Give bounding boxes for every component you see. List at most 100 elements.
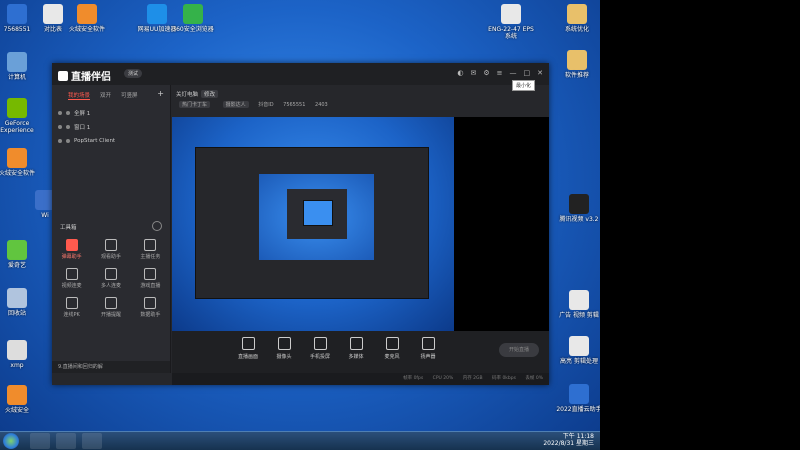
desktop-icon-label: 回收站 (7, 310, 26, 317)
tool-danmu[interactable]: 弹幕助手 (52, 239, 91, 260)
mic-button[interactable]: 麦克风 (376, 337, 408, 360)
button-label: 摄像头 (276, 354, 292, 360)
tool-label: 游戏直播 (140, 283, 161, 289)
status-bitrate: 码率 0kbps (492, 376, 516, 381)
desktop-icon-label: 软件推荐 (564, 72, 589, 79)
window-controls: ◐ ✉ ⚙ ≡ — □ ✕ (457, 69, 543, 77)
logo-icon (58, 71, 68, 81)
start-live-button[interactable]: 开始直播 (499, 343, 539, 357)
phone-cast-button[interactable]: 手机投屏 (304, 337, 336, 360)
app-icon (77, 4, 97, 24)
source-item[interactable]: 窗口 1 (52, 120, 170, 134)
desktop-icon[interactable]: 火绒安全软件 (64, 4, 110, 33)
room-id-label: 抖音ID (258, 102, 274, 108)
media-icon (349, 337, 363, 350)
tool-viewer[interactable]: 观看助手 (91, 239, 130, 260)
taskbar-app[interactable] (56, 433, 76, 449)
eye-icon[interactable] (58, 139, 62, 143)
eye-icon[interactable] (58, 111, 62, 115)
app-icon (7, 148, 27, 168)
app-icon (7, 98, 27, 118)
add-scene-button[interactable]: + (157, 89, 164, 98)
desktop-icon[interactable]: 软件推荐 (554, 50, 600, 79)
desktop-icon[interactable]: 2022直播云助手 (556, 384, 600, 413)
tab-vertical[interactable]: 可竖屏 (121, 91, 138, 100)
desktop-icon[interactable]: 高亮 剪辑处理 (556, 336, 600, 365)
camera-button[interactable]: 摄像头 (268, 337, 300, 360)
desktop-icon-label: 广告 视频 剪辑 (559, 312, 599, 319)
maximize-button[interactable]: □ (524, 69, 531, 77)
desktop-icon[interactable]: 计算机 (0, 52, 40, 81)
desktop-icon[interactable]: 360安全浏览器 (170, 4, 216, 33)
source-label: 全屏 1 (74, 111, 91, 117)
desktop-icon-label: ENG-22-47 EPS系统 (488, 26, 534, 40)
eye-icon[interactable] (58, 125, 62, 129)
viewer-icon (104, 239, 117, 251)
desktop: 7568551 计算机 GeForce Experience 火绒安全软件 Wi 爱奇艺回… (0, 0, 600, 450)
app-icon (183, 4, 203, 24)
tool-video-link[interactable]: 视频连麦 (52, 268, 91, 289)
clock[interactable]: 下午 11:18 2022/8/31 星期三 (543, 433, 594, 447)
status-drop: 丢帧 0% (525, 376, 543, 381)
speaker-button[interactable]: 扬声器 (412, 337, 444, 360)
stream-preview[interactable] (172, 117, 454, 331)
desktop-icon[interactable]: 回收站 (0, 288, 40, 317)
tab-my-scene[interactable]: 我的场景 (68, 91, 91, 100)
settings-icon[interactable]: ⚙ (483, 69, 489, 77)
app-icon (147, 4, 167, 24)
game-icon (144, 268, 157, 280)
danmu-icon (65, 239, 78, 251)
clock-date: 2022/8/31 星期三 (543, 440, 594, 447)
close-button[interactable]: ✕ (537, 69, 543, 77)
tool-pk[interactable]: 连线PK (52, 297, 91, 318)
desktop-icon-label: 火绒安全软件 (68, 26, 105, 33)
desktop-icon[interactable]: 火绒安全 (0, 385, 40, 414)
tool-remind[interactable]: 开播提醒 (91, 297, 130, 318)
desktop-icon[interactable]: 爱奇艺 (0, 240, 40, 269)
tool-task[interactable]: 主播任务 (131, 239, 170, 260)
taskbar-app[interactable] (30, 433, 50, 449)
source-item[interactable]: 全屏 1 (52, 106, 170, 120)
lock-icon[interactable] (66, 139, 70, 143)
left-footer[interactable]: 9.直播间和回归的解 (52, 361, 170, 373)
desktop-icon[interactable]: GeForce Experience (0, 98, 40, 134)
room-id: 7565551 (283, 102, 306, 108)
desktop-icon-label: 系统优化 (564, 26, 589, 33)
desktop-icon-label: GeForce Experience (0, 120, 34, 134)
media-button[interactable]: 多媒体 (340, 337, 372, 360)
desktop-icon[interactable]: xmp (0, 340, 40, 369)
desktop-icon[interactable]: 火绒安全软件 (0, 148, 40, 177)
start-button[interactable] (3, 433, 19, 449)
tool-data[interactable]: 数据助手 (131, 297, 170, 318)
desktop-icon[interactable]: ENG-22-47 EPS系统 (488, 4, 534, 40)
scene-tabs: 我的场景 双开 可竖屏 (52, 85, 170, 100)
tab-dual[interactable]: 双开 (100, 91, 111, 100)
desktop-icon-label: 爱奇艺 (7, 262, 26, 269)
tools-title: 工具箱 (60, 225, 77, 231)
pk-icon (65, 297, 78, 309)
app-icon (7, 240, 27, 260)
control-bar: 直播画面 摄像头 手机投屏 多媒体 麦克风 扬声器 开始直播 (172, 331, 549, 373)
button-label: 麦克风 (384, 354, 400, 360)
room-tag[interactable]: 摄影达人 (222, 101, 249, 108)
room-tag[interactable]: 热门卡丁车 (179, 101, 211, 108)
source-item[interactable]: PopStart Client (52, 134, 170, 148)
edit-title-button[interactable]: 修改 (201, 90, 219, 98)
message-icon[interactable]: ✉ (470, 69, 476, 77)
desktop-icon-label: 360安全浏览器 (172, 26, 214, 33)
tool-multi-link[interactable]: 多人连麦 (91, 268, 130, 289)
scene-capture-button[interactable]: 直播画面 (232, 337, 264, 360)
clock-time: 下午 11:18 (562, 433, 594, 440)
lock-icon[interactable] (66, 111, 70, 115)
screen-icon (241, 337, 255, 350)
lock-icon[interactable] (66, 125, 70, 129)
taskbar-app[interactable] (82, 433, 102, 449)
desktop-icon[interactable]: 广告 视频 剪辑 (556, 290, 600, 319)
minimize-button[interactable]: — (510, 69, 517, 77)
menu-icon[interactable]: ≡ (497, 69, 503, 77)
desktop-icon[interactable]: 系统优化 (554, 4, 600, 33)
skin-icon[interactable]: ◐ (457, 69, 463, 77)
tool-game[interactable]: 游戏直播 (131, 268, 170, 289)
tools-settings-icon[interactable] (152, 221, 162, 231)
desktop-icon[interactable]: 腾讯视频 v3.2 (556, 194, 600, 223)
